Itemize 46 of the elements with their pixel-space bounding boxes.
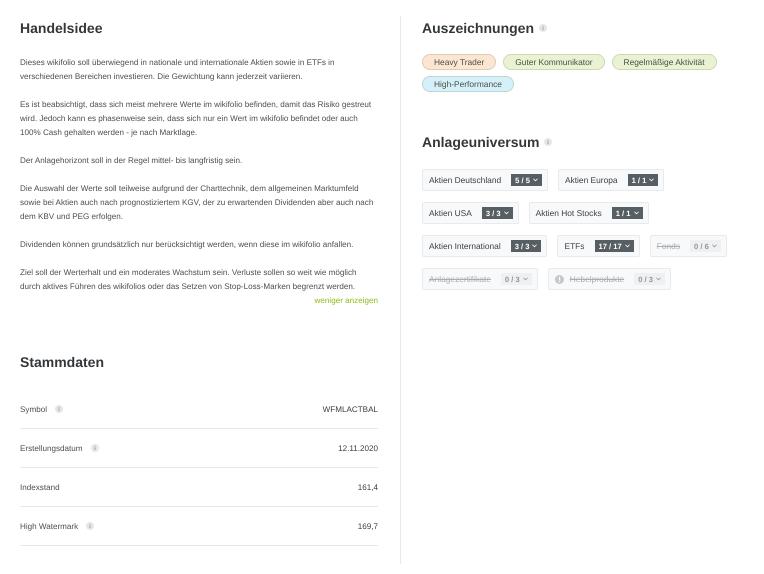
chip-label: Aktien Hot Stocks: [536, 208, 602, 218]
chevron-down-icon: [522, 277, 528, 281]
field-value: 169,7: [358, 522, 378, 530]
section-title: Auszeichnungen: [422, 20, 534, 36]
chip-label: Aktien Europa: [564, 175, 618, 185]
award-badge: Guter Kommunikator: [503, 54, 605, 70]
description-paragraph: Dividenden können grundsätzlich nur berücksichtigt werden, wenn diese im wikifolio anfallen.: [20, 239, 354, 251]
chevron-down-icon: [532, 244, 538, 248]
field-label: Symbol: [20, 404, 47, 414]
field-value: 12.11.2020: [338, 444, 378, 452]
chip-label: Hebelprodukte: [570, 274, 624, 284]
section-title: Anlageuniversum: [422, 134, 540, 150]
award-badge: Heavy Trader: [422, 54, 496, 70]
chip-label: Aktien International: [429, 241, 501, 251]
award-badge: High-Performance: [422, 76, 514, 92]
chevron-down-icon: [634, 211, 638, 215]
chip-label: ETFs: [564, 241, 584, 251]
field-value: 161,4: [358, 482, 378, 492]
exclamation-icon: [554, 274, 564, 284]
field-label: High Watermark: [20, 522, 78, 530]
field-label: Indexstand: [20, 482, 60, 492]
info-icon[interactable]: [86, 522, 94, 530]
description-paragraph: Ziel soll der Werterhalt und ein moderates Wachstum sein. Verluste sollen so weit wie möglich durch aktives Führen des wikifolios oder das Setzen von Stop-Loss-Marken begrenzt werden.: [20, 267, 358, 293]
award-badge: Regelmäßige Aktivität: [612, 54, 717, 70]
chip-label: Aktien USA: [429, 208, 472, 218]
chip-label: Fonds: [656, 241, 680, 251]
chevron-down-icon: [532, 178, 538, 182]
field-label: Erstellungsdatum: [20, 444, 83, 452]
description-paragraph: Es ist beabsichtigt, dass sich meist mehrere Werte im wikifolio befinden, damit das Risiko gestreut wird. Jedoch kann es phasenweise sein, dass sich nur ein Wert im wikifolio befindet oder auch 100% Cash gehalten werden - je nach Marktlage.: [20, 99, 372, 139]
chip-label: Aktien Deutschland: [429, 175, 502, 185]
chevron-down-icon: [649, 178, 654, 182]
chevron-down-icon: [656, 277, 661, 281]
info-icon[interactable]: [90, 444, 99, 452]
description-paragraph: Die Auswahl der Werte soll teilweise aufgrund der Charttechnik, dem allgemeinen Marktumfeld sowie bei Aktien auch nach prognostiziertem KGV, der zu erwartenden Dividenden aber auch nach dem KBV und PEG erfolgen.: [20, 183, 374, 223]
field-value: WFMLACTBAL: [322, 404, 378, 414]
chevron-down-icon: [712, 244, 717, 248]
chip-label: Anlagezertifikate: [429, 274, 491, 284]
info-icon[interactable]: [539, 24, 548, 32]
description-paragraph: Dieses wikifolio soll überwiegend in nationale und internationale Aktien sowie in ETFs in verschiedenen Bereichen investieren. Die Gewichtung kann jederzeit variieren.: [20, 57, 336, 83]
section-title: Handelsidee: [20, 20, 102, 36]
info-icon[interactable]: [544, 138, 552, 146]
chevron-down-icon: [624, 244, 630, 248]
section-title: Stammdaten: [20, 354, 104, 370]
description-paragraph: Der Anlagehorizont soll in der Regel mittel- bis langfristig sein.: [20, 155, 244, 167]
chevron-down-icon: [504, 211, 509, 215]
info-icon[interactable]: [55, 405, 63, 413]
